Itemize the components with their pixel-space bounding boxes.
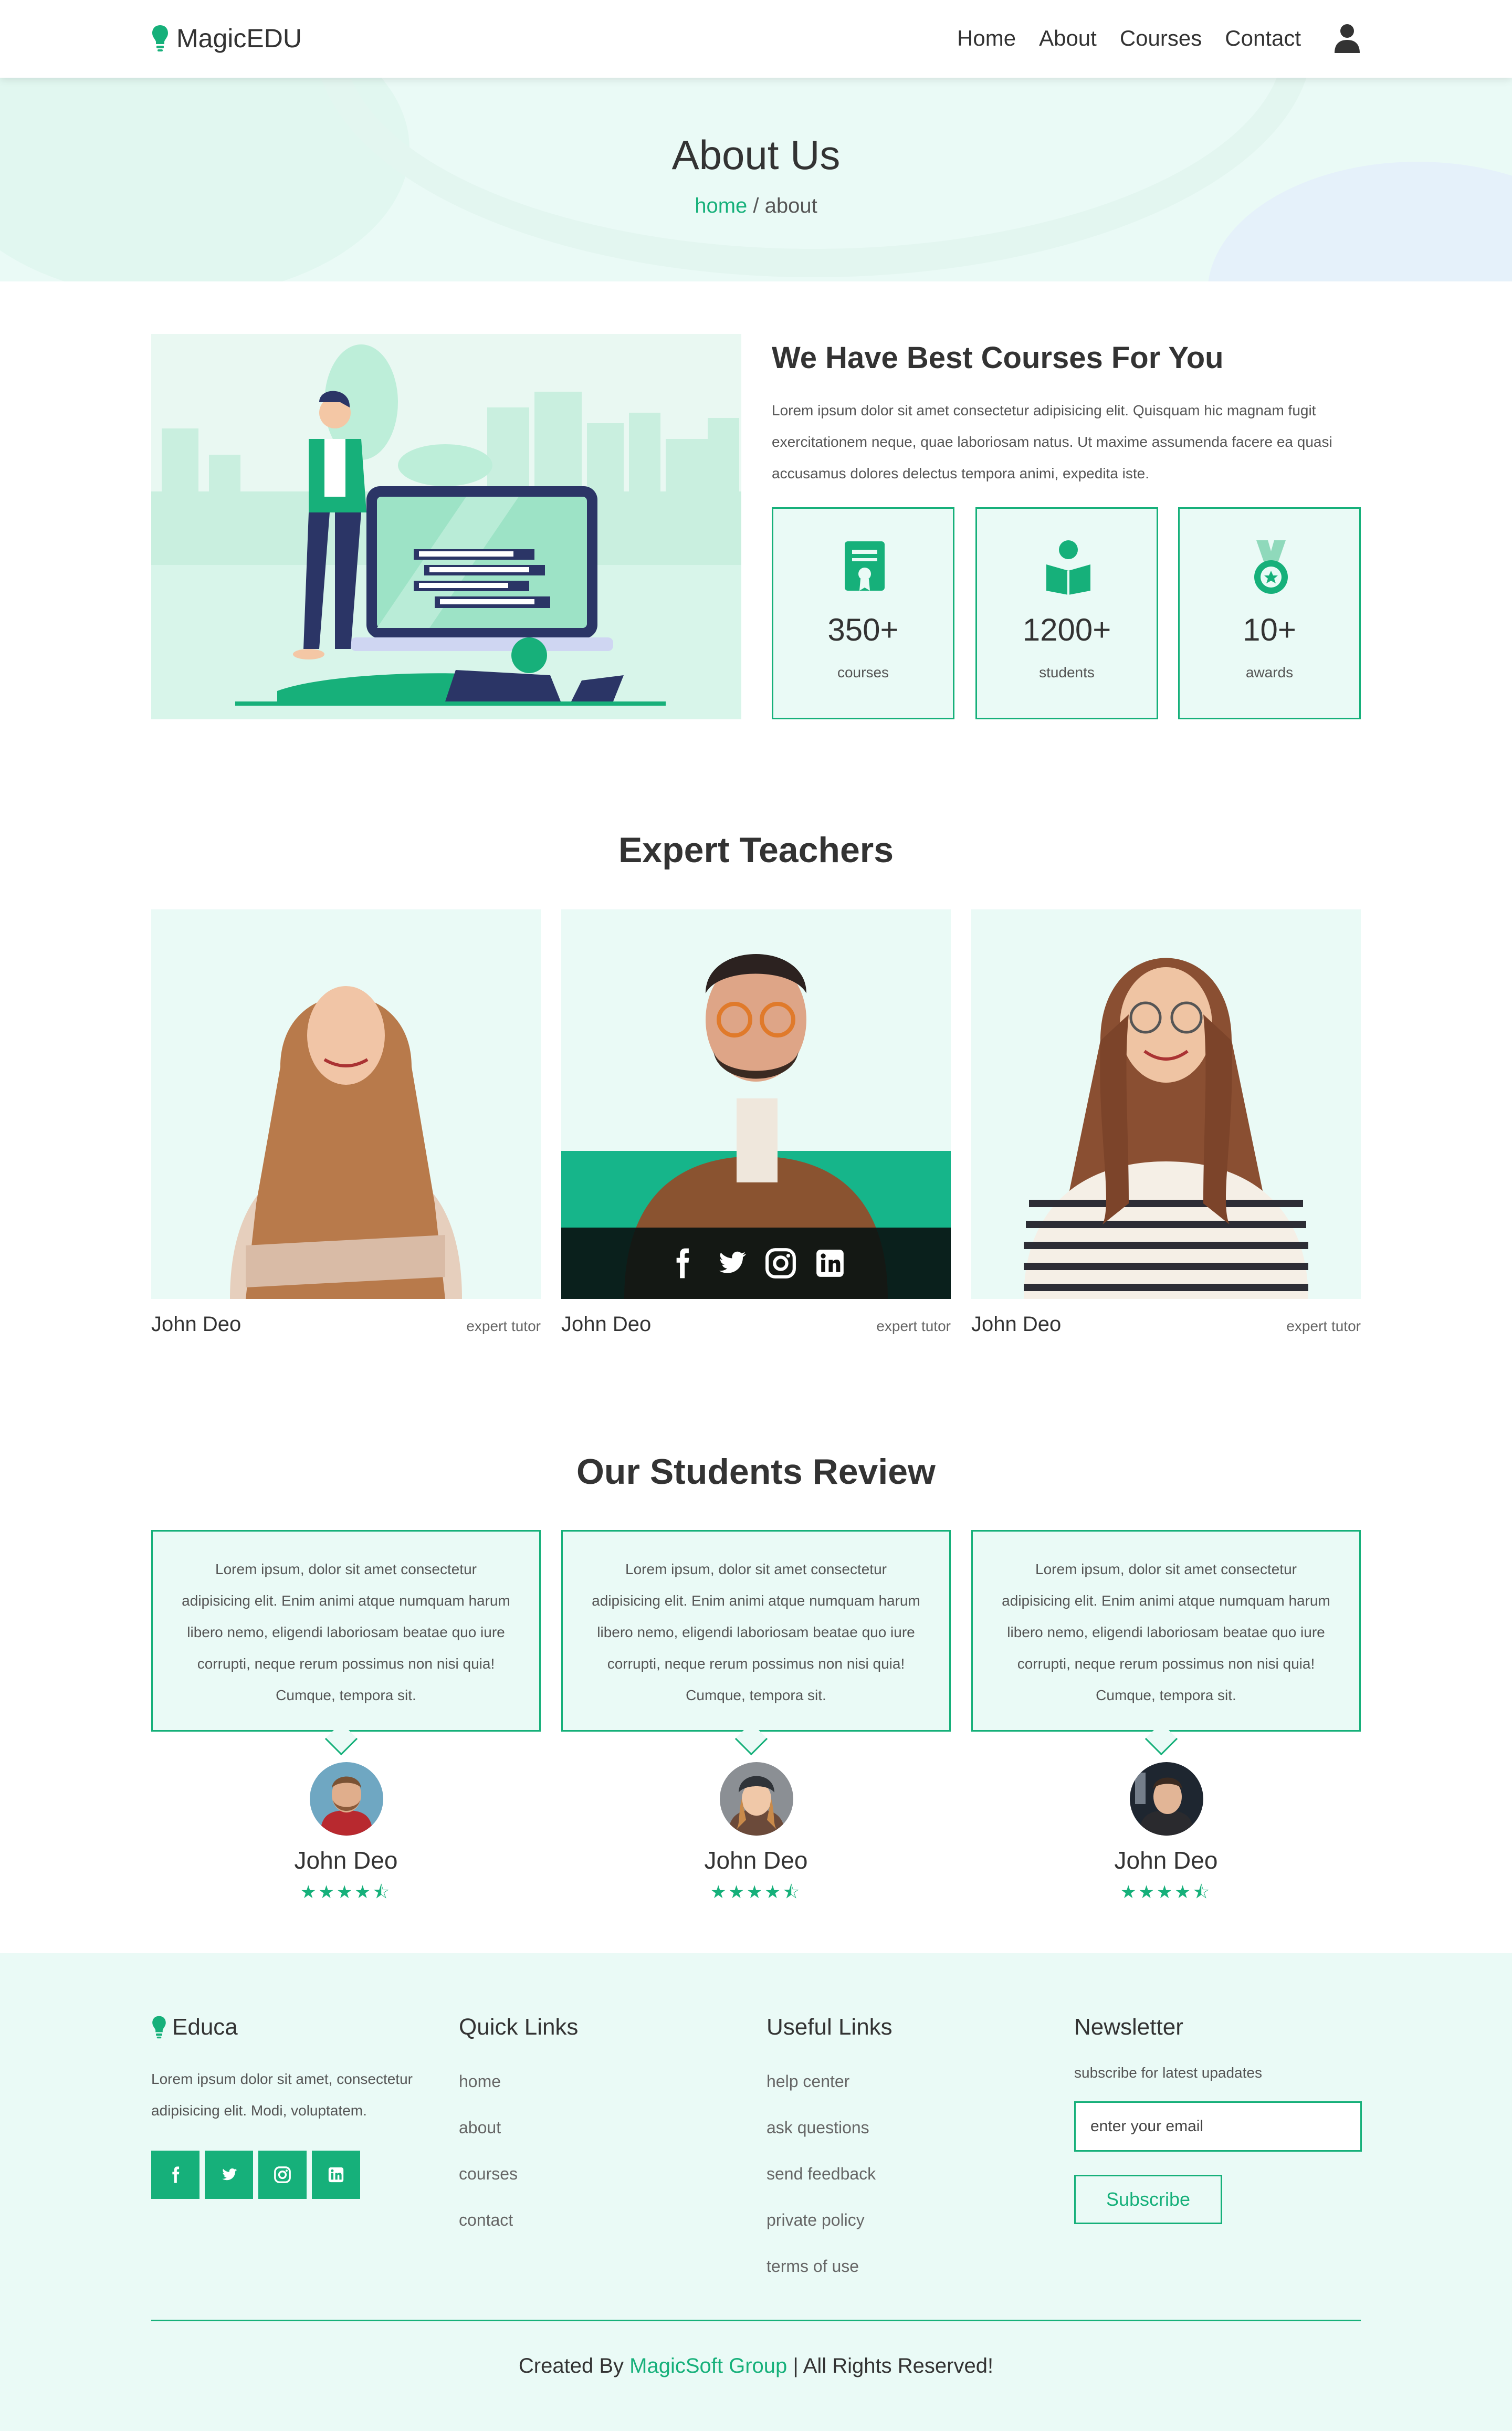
linkedin-icon[interactable]: [814, 1247, 846, 1280]
award-medal-icon: [1254, 540, 1288, 594]
footer-link-contact[interactable]: contact: [459, 2197, 578, 2243]
nav-about[interactable]: About: [1039, 26, 1097, 51]
linkedin-icon: [328, 2167, 344, 2183]
facebook-button[interactable]: [151, 2151, 200, 2199]
quick-links-heading: Quick Links: [459, 2014, 579, 2040]
breadcrumb-current: about: [764, 194, 817, 217]
decorative-blob: [1208, 162, 1512, 281]
teacher-social-bar: [561, 1228, 951, 1299]
teacher-role: expert tutor: [466, 1318, 541, 1334]
stat-number: 1200+: [1022, 612, 1111, 647]
footer-brand[interactable]: Educa: [151, 2014, 445, 2040]
footer-quick-links: Quick Links home about courses contact: [459, 2014, 578, 2243]
main-nav: Home About Courses Contact: [0, 20, 1512, 57]
reviewer-name: John Deo: [704, 1847, 808, 1874]
teacher-role: expert tutor: [876, 1318, 951, 1334]
stat-card-courses: 350+ courses: [772, 507, 954, 719]
teacher-photo: [971, 909, 1361, 1299]
stat-label: awards: [1245, 664, 1294, 680]
twitter-icon: [222, 2168, 237, 2181]
students-with-laptop-illustration: [151, 334, 741, 719]
footer-link-home[interactable]: home: [459, 2058, 578, 2104]
footer-divider: [151, 2320, 1361, 2321]
footer-link-about[interactable]: about: [459, 2104, 578, 2151]
about-heading: We Have Best Courses For You: [772, 341, 1224, 375]
footer-brand-column: Educa Lorem ipsum dolor sit amet, consec…: [151, 2014, 445, 2199]
useful-links-list: help center ask questions send feedback …: [766, 2058, 892, 2289]
star-rating: ★★★★⯪: [300, 1882, 392, 1902]
review-text: Lorem ipsum, dolor sit amet consectetur …: [151, 1530, 541, 1732]
reviews-heading: Our Students Review: [576, 1452, 936, 1492]
review-text: Lorem ipsum, dolor sit amet consectetur …: [971, 1530, 1361, 1732]
star-rating: ★★★★⯪: [1120, 1882, 1212, 1902]
footer-link-terms-of-use[interactable]: terms of use: [766, 2243, 892, 2289]
footer-link-courses[interactable]: courses: [459, 2151, 578, 2197]
breadcrumb-separator: /: [747, 194, 765, 217]
stat-label: courses: [837, 664, 889, 680]
breadcrumb-home-link[interactable]: home: [695, 194, 747, 217]
stat-card-awards: 10+ awards: [1178, 507, 1361, 719]
teachers-heading: Expert Teachers: [618, 830, 894, 870]
reviewer-name: John Deo: [294, 1847, 398, 1874]
footer-link-send-feedback[interactable]: send feedback: [766, 2151, 892, 2197]
teacher-name: John Deo: [561, 1313, 652, 1336]
page-title: About Us: [671, 132, 841, 178]
footer-link-ask-questions[interactable]: ask questions: [766, 2104, 892, 2151]
stat-number: 10+: [1243, 612, 1296, 647]
nav-contact[interactable]: Contact: [1225, 26, 1301, 51]
footer-newsletter: Newsletter subscribe for latest upadates…: [1074, 2014, 1362, 2224]
newsletter-email-input[interactable]: [1074, 2101, 1362, 2152]
linkedin-button[interactable]: [312, 2151, 360, 2199]
nav-home[interactable]: Home: [957, 26, 1016, 51]
footer-link-help-center[interactable]: help center: [766, 2058, 892, 2104]
twitter-button[interactable]: [205, 2151, 253, 2199]
newsletter-heading: Newsletter: [1074, 2014, 1183, 2040]
site-header: MagicEDU Home About Courses Contact: [0, 0, 1512, 78]
instagram-button[interactable]: [258, 2151, 307, 2199]
footer-link-private-policy[interactable]: private policy: [766, 2197, 892, 2243]
page-heading: About Us home / about: [0, 78, 1512, 281]
instagram-icon: [274, 2166, 291, 2183]
credit-prefix: Created By: [518, 2354, 630, 2377]
teacher-portrait-hijab: [230, 986, 462, 1299]
credit-suffix: | All Rights Reserved!: [787, 2354, 994, 2377]
teacher-photo: [151, 909, 541, 1299]
quick-links-list: home about courses contact: [459, 2058, 578, 2243]
avatar: [720, 1762, 793, 1836]
footer-credit: Created By MagicSoft Group | All Rights …: [0, 2354, 1512, 2378]
teacher-name: John Deo: [151, 1313, 242, 1336]
footer-description: Lorem ipsum dolor sit amet, consectetur …: [151, 2071, 413, 2119]
useful-links-heading: Useful Links: [766, 2014, 892, 2040]
stat-label: students: [1039, 664, 1095, 680]
student-reading-icon: [1046, 540, 1090, 595]
breadcrumb: home / about: [0, 194, 1512, 218]
footer-brand-text: Educa: [172, 2014, 238, 2040]
stat-card-students: 1200+ students: [975, 507, 1158, 719]
newsletter-subtitle: subscribe for latest upadates: [1074, 2065, 1262, 2081]
avatar: [310, 1762, 383, 1836]
review-text: Lorem ipsum, dolor sit amet consectetur …: [561, 1530, 951, 1732]
stat-number: 350+: [827, 612, 899, 647]
lightbulb-icon: [152, 2016, 166, 2039]
nav-courses[interactable]: Courses: [1120, 26, 1202, 51]
teacher-name: John Deo: [971, 1313, 1062, 1336]
star-rating: ★★★★⯪: [710, 1882, 802, 1902]
footer-useful-links: Useful Links help center ask questions s…: [766, 2014, 892, 2289]
footer-social-links: [151, 2151, 445, 2199]
facebook-icon: [172, 2166, 180, 2183]
facebook-icon[interactable]: [666, 1247, 698, 1280]
subscribe-button[interactable]: Subscribe: [1074, 2175, 1222, 2224]
reviewer-name: John Deo: [1114, 1847, 1218, 1874]
certificate-icon: [845, 541, 885, 591]
teacher-photo: [561, 909, 951, 1299]
avatar: [1130, 1762, 1203, 1836]
teacher-portrait-striped-shirt: [1024, 958, 1308, 1299]
instagram-icon[interactable]: [764, 1247, 797, 1280]
about-illustration: [151, 334, 741, 719]
twitter-icon[interactable]: [715, 1247, 748, 1280]
teacher-role: expert tutor: [1286, 1318, 1361, 1334]
about-description: Lorem ipsum dolor sit amet consectetur a…: [772, 402, 1332, 481]
user-icon[interactable]: [1334, 24, 1361, 53]
credit-brand-link[interactable]: MagicSoft Group: [629, 2354, 787, 2377]
